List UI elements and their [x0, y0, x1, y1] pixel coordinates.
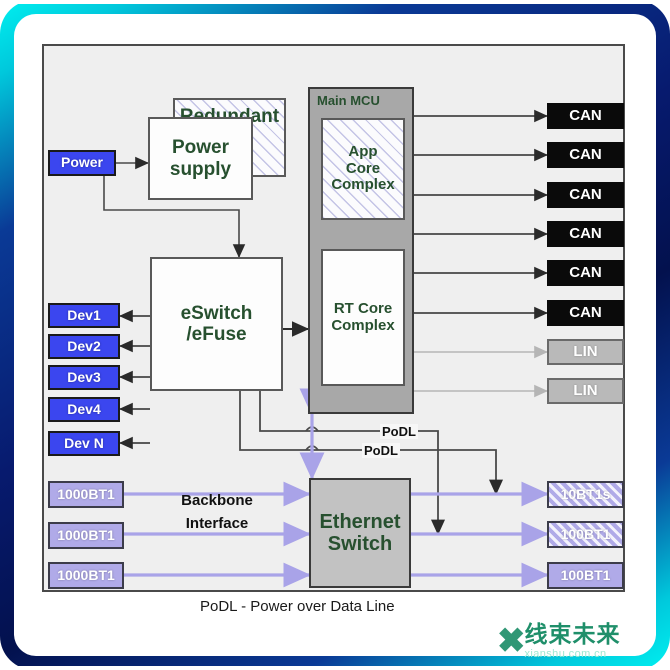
device-chip-dev4[interactable]: Dev4	[48, 397, 120, 422]
bus-chip-can-6[interactable]: CAN	[547, 300, 624, 326]
bus-label: CAN	[569, 303, 602, 321]
ethernet-switch-label-line1: Ethernet	[319, 510, 401, 533]
device-label: Dev4	[67, 400, 101, 417]
device-chip-dev1[interactable]: Dev1	[48, 303, 120, 328]
power-source-label: Power	[60, 154, 103, 171]
device-label: Dev1	[67, 306, 101, 323]
rt-core-label-line2: Complex	[331, 316, 395, 334]
bus-chip-can-3[interactable]: CAN	[547, 182, 624, 208]
bus-chip-can-2[interactable]: CAN	[547, 142, 624, 168]
app-core-label-line2: Core	[345, 159, 381, 177]
backbone-port-1000bt1-3[interactable]: 1000BT1	[48, 562, 124, 589]
power-supply-label-line2: supply	[169, 158, 232, 180]
bus-chip-lin-2[interactable]: LIN	[547, 378, 624, 404]
device-chip-devn[interactable]: Dev N	[48, 431, 120, 456]
eswitch-label-line2: /eFuse	[186, 324, 247, 345]
diagram-caption: PoDL - Power over Data Line	[200, 598, 395, 615]
bus-label: CAN	[569, 145, 602, 163]
edge-port-label: 100BT1	[560, 566, 611, 583]
edge-port-label: 100BT1	[560, 525, 611, 542]
podl-label-top: PoDL	[380, 424, 418, 439]
main-mcu-title: Main MCU	[317, 93, 380, 108]
bus-label: CAN	[569, 224, 602, 242]
device-chip-dev3[interactable]: Dev3	[48, 365, 120, 390]
edge-port-100bt1-2[interactable]: 100BT1	[547, 562, 624, 589]
bus-label: CAN	[569, 263, 602, 281]
main-mcu-block[interactable]: Main MCU App Core Complex RT Core Comple…	[308, 87, 414, 414]
edge-port-10bt1s[interactable]: 10BT1s	[547, 481, 624, 508]
ethernet-switch-label-line2: Switch	[327, 533, 393, 555]
backbone-interface-label: Backbone Interface	[152, 490, 282, 535]
diagram-canvas: Power Redundant Power supply Dev1 Dev2 D…	[42, 44, 625, 592]
power-supply-label-line1: Power	[171, 137, 230, 159]
bus-chip-can-4[interactable]: CAN	[547, 221, 624, 247]
app-core-complex-block[interactable]: App Core Complex	[321, 118, 405, 220]
backbone-port-label: 1000BT1	[57, 485, 115, 502]
backbone-port-1000bt1-2[interactable]: 1000BT1	[48, 522, 124, 549]
bus-chip-can-5[interactable]: CAN	[547, 260, 624, 286]
podl-label-bottom: PoDL	[362, 443, 400, 458]
screenshot-root: Power Redundant Power supply Dev1 Dev2 D…	[0, 0, 670, 670]
eswitch-efuse-block[interactable]: eSwitch /eFuse	[150, 257, 283, 391]
bus-chip-can-1[interactable]: CAN	[547, 103, 624, 129]
app-core-label-line3: Complex	[331, 176, 395, 194]
bus-chip-lin-1[interactable]: LIN	[547, 339, 624, 365]
frame-top-bleed	[0, 0, 670, 4]
backbone-port-label: 1000BT1	[57, 526, 115, 543]
device-chip-dev2[interactable]: Dev2	[48, 334, 120, 359]
bus-label: LIN	[573, 381, 598, 399]
edge-port-100bt1-1[interactable]: 100BT1	[547, 521, 624, 548]
device-label: Dev3	[67, 368, 101, 385]
edge-port-label: 10BT1s	[560, 485, 611, 502]
power-supply-block[interactable]: Power supply	[148, 117, 253, 200]
frame-bottom-bleed	[0, 666, 670, 670]
backbone-port-1000bt1-1[interactable]: 1000BT1	[48, 481, 124, 508]
backbone-interface-line1: Backbone	[181, 492, 253, 509]
bus-label: LIN	[573, 342, 598, 360]
eswitch-label-line1: eSwitch	[180, 302, 253, 324]
ethernet-switch-block[interactable]: Ethernet Switch	[309, 478, 411, 588]
rt-core-label-line1: RT Core	[333, 299, 393, 317]
bus-label: CAN	[569, 106, 602, 124]
device-label: Dev N	[64, 434, 104, 451]
bus-label: CAN	[569, 185, 602, 203]
device-label: Dev2	[67, 337, 101, 354]
power-source-chip[interactable]: Power	[48, 150, 116, 176]
app-core-label-line1: App	[348, 142, 378, 160]
rt-core-complex-block[interactable]: RT Core Complex	[321, 249, 405, 386]
backbone-port-label: 1000BT1	[57, 566, 115, 583]
backbone-interface-line2: Interface	[185, 514, 249, 532]
